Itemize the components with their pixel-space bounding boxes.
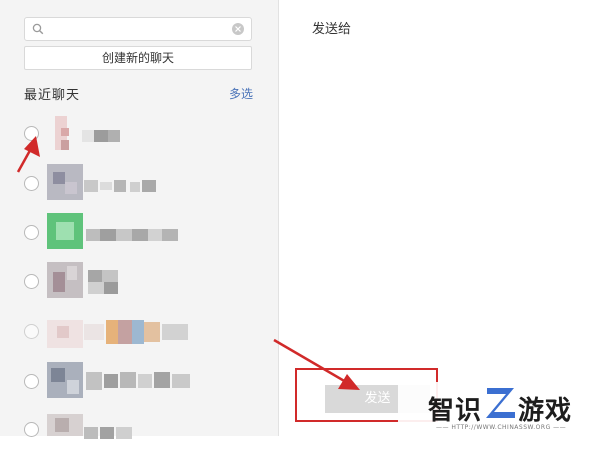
watermark-brand: 智识 游戏 xyxy=(428,396,573,426)
annotation-arrows xyxy=(16,136,360,390)
watermark-url: —— HTTP://WWW.CHINASSW.ORG —— xyxy=(436,424,567,431)
arrow-icon xyxy=(273,338,360,390)
arrow-icon xyxy=(16,136,40,173)
